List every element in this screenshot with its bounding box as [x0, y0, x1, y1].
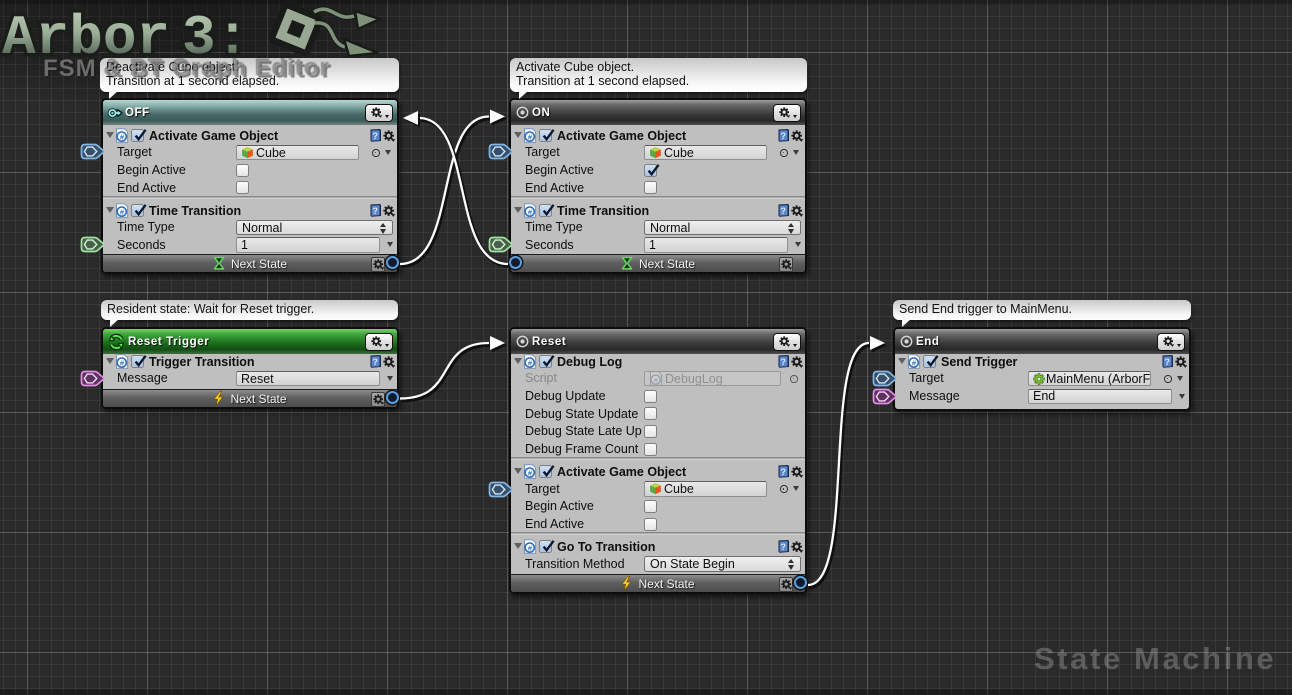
svg-text:?: ? — [781, 206, 787, 216]
svg-text:?: ? — [373, 357, 379, 367]
svg-text:?: ? — [781, 357, 787, 367]
svg-text:?: ? — [373, 131, 379, 141]
svg-text:?: ? — [1165, 357, 1171, 367]
svg-text:?: ? — [781, 467, 787, 477]
svg-text:?: ? — [781, 131, 787, 141]
svg-text:?: ? — [781, 542, 787, 552]
svg-text:?: ? — [373, 206, 379, 216]
